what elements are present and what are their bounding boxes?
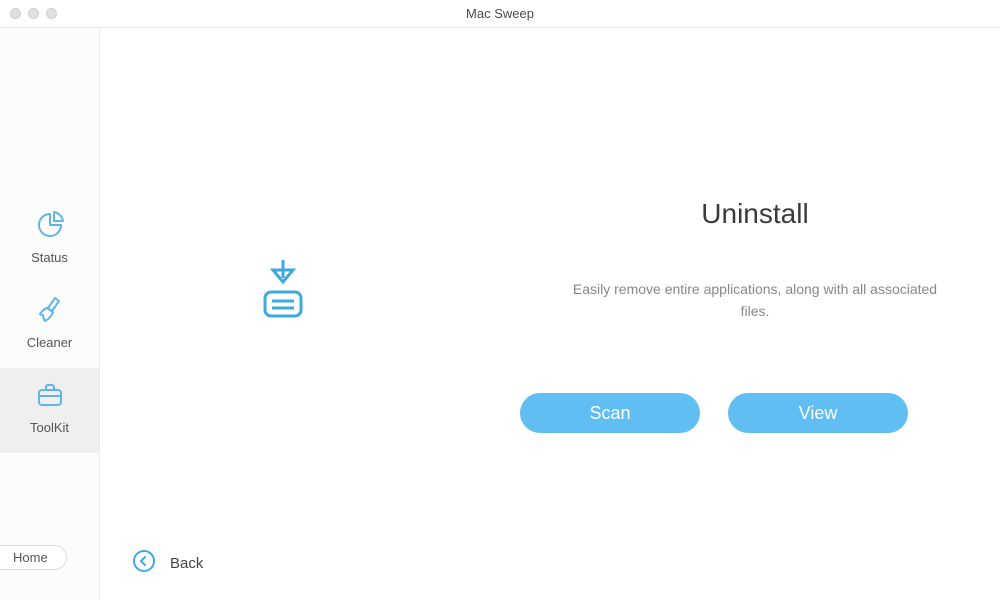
home-button[interactable]: Home (0, 545, 67, 570)
zoom-dot[interactable] (46, 8, 57, 19)
sidebar-item-cleaner[interactable]: Cleaner (0, 283, 99, 368)
sidebar-item-status[interactable]: Status (0, 198, 99, 283)
status-icon (35, 210, 65, 240)
view-button[interactable]: View (728, 393, 908, 433)
cleaner-icon (35, 295, 65, 325)
sidebar-item-label: Status (31, 250, 68, 265)
page-title: Uninstall (550, 198, 960, 230)
scan-button[interactable]: Scan (520, 393, 700, 433)
page-description: Easily remove entire applications, along… (565, 278, 945, 323)
sidebar-item-label: Cleaner (27, 335, 73, 350)
back-arrow-icon (132, 549, 156, 578)
sidebar-item-toolkit[interactable]: ToolKit (0, 368, 99, 453)
minimize-dot[interactable] (28, 8, 39, 19)
back-button[interactable]: Back (132, 549, 203, 578)
window-title: Mac Sweep (466, 6, 534, 21)
close-dot[interactable] (10, 8, 21, 19)
toolkit-icon (35, 380, 65, 410)
sidebar-item-label: ToolKit (30, 420, 69, 435)
sidebar: Status Cleaner (0, 28, 100, 600)
titlebar: Mac Sweep (0, 0, 1000, 28)
window-controls (10, 8, 57, 19)
uninstall-hero-icon (255, 258, 311, 327)
main-content: Uninstall Easily remove entire applicati… (100, 28, 1000, 600)
back-label: Back (170, 555, 203, 572)
